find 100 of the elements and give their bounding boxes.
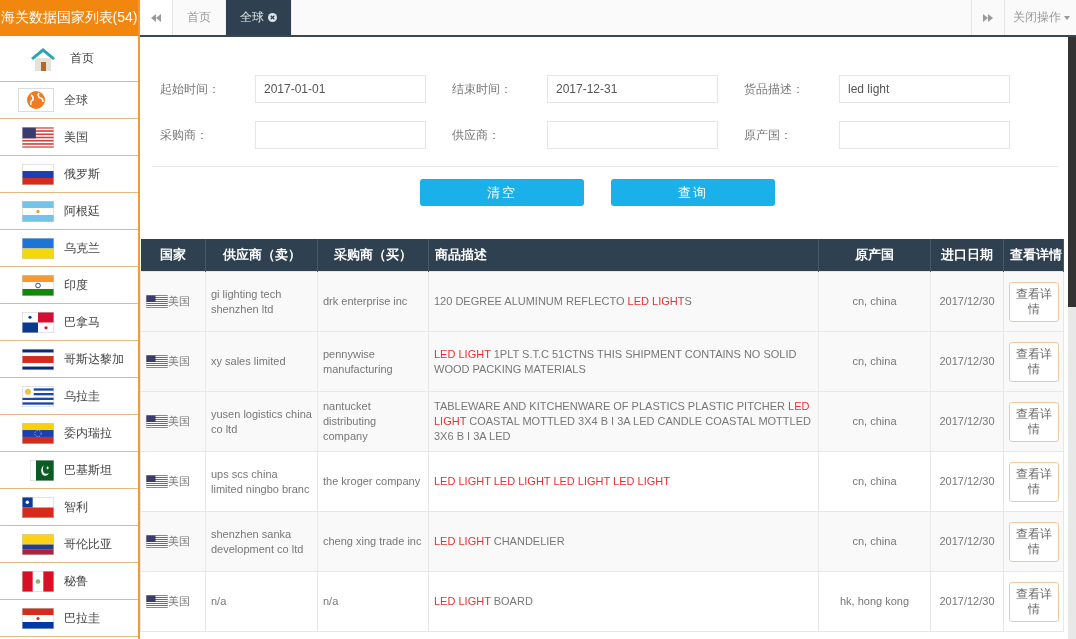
table-cell: LED LIGHT BOARD (428, 571, 819, 632)
input-field[interactable]: 2017-12-31 (547, 75, 718, 103)
table-cell: cn, china (818, 391, 931, 452)
flag-icon (22, 496, 54, 518)
flag-icon (22, 607, 54, 629)
view-details-button[interactable]: 查看详情 (1009, 341, 1059, 382)
table-cell: 2017/12/30 (930, 451, 1004, 512)
input-field[interactable] (547, 121, 718, 149)
sidebar-item[interactable]: 巴拉圭 (0, 600, 138, 637)
tab[interactable]: 全球 (226, 0, 292, 35)
view-details-button[interactable]: 查看详情 (1009, 521, 1059, 562)
table-cell: LED LIGHT CHANDELIER (428, 511, 819, 572)
table-cell: hk, hong kong (818, 571, 931, 632)
country-name: 美国 (168, 594, 190, 609)
item-label: 巴拉圭 (64, 609, 100, 627)
item-label: 阿根廷 (64, 202, 100, 220)
sidebar-item[interactable]: 巴基斯坦 (0, 452, 138, 489)
flag-icon (22, 311, 54, 333)
table-cell: the kroger company (317, 451, 429, 512)
table-cell: 120 DEGREE ALUMINUM REFLECTO LED LIGHTS (428, 271, 819, 332)
sidebar-item[interactable]: 美国 (0, 119, 138, 156)
view-details-button[interactable]: 查看详情 (1009, 581, 1059, 622)
input-field[interactable] (255, 121, 426, 149)
field-label: 结束时间： (452, 80, 513, 98)
table-cell: yusen logistics china co ltd (205, 391, 318, 452)
table-cell: cn, china (818, 511, 931, 572)
field-label: 供应商： (452, 126, 501, 144)
column-header: 进口日期 (930, 239, 1004, 272)
item-label: 美国 (64, 128, 88, 146)
item-label: 巴拿马 (64, 313, 100, 331)
table-cell: drk enterprise inc (317, 271, 429, 332)
fast-forward-icon[interactable] (983, 13, 993, 22)
flag-icon (146, 475, 168, 488)
flag-icon (22, 237, 54, 259)
item-label: 巴基斯坦 (64, 461, 112, 479)
flag-icon (22, 570, 54, 592)
sidebar-item[interactable]: 哥斯达黎加 (0, 341, 138, 378)
item-label: 哥斯达黎加 (64, 350, 124, 368)
globe-icon (18, 88, 54, 112)
item-label: 俄罗斯 (64, 165, 100, 183)
input-field[interactable]: led light (839, 75, 1010, 103)
table-cell: LED LIGHT 1PLT S.T.C 51CTNS THIS SHIPMENT CONTAINS NO SOLID WOOD PACKING MATERIALS (428, 331, 819, 392)
close-icon[interactable] (268, 13, 277, 22)
flag-icon (146, 295, 168, 308)
country-name: 美国 (168, 474, 190, 489)
input-field[interactable] (839, 121, 1010, 149)
table-cell: cn, china (818, 271, 931, 332)
table-cell: 2017/12/30 (930, 331, 1004, 392)
sidebar-item[interactable]: 智利 (0, 489, 138, 526)
column-header: 原产国 (818, 239, 931, 272)
flag-icon (146, 415, 168, 428)
flag-icon (146, 535, 168, 548)
flag-icon (22, 274, 54, 296)
sidebar-item[interactable]: 全球 (0, 82, 138, 119)
item-label: 乌克兰 (64, 239, 100, 257)
table-cell: n/a (317, 571, 429, 632)
flag-icon (22, 126, 54, 148)
field-label: 起始时间： (160, 80, 221, 98)
sidebar-title: 海关数据国家列表(54) (0, 0, 138, 36)
table-cell: TABLEWARE AND KITCHENWARE OF PLASTICS PLASTIC PITCHER LED LIGHT COASTAL MOTTLED 3X4 B I 3A LED CANDLE COASTAL MOTTLED 3X6 B I 3A LED (428, 391, 819, 452)
flag-icon (22, 422, 54, 444)
table-cell: nantucket distributing company (317, 391, 429, 452)
table-cell: pennywise manufacturing (317, 331, 429, 392)
sidebar-item[interactable]: 委内瑞拉 (0, 415, 138, 452)
sidebar-item[interactable]: 阿根廷 (0, 193, 138, 230)
sidebar-item[interactable]: 乌拉圭 (0, 378, 138, 415)
column-header: 商品描述 (428, 239, 819, 272)
flag-icon (22, 348, 54, 370)
sidebar-item[interactable]: 哥伦比亚 (0, 526, 138, 563)
country-name: 美国 (168, 534, 190, 549)
table-cell: n/a (205, 571, 318, 632)
table-cell: ups scs china limited ningbo branc (205, 451, 318, 512)
rewind-icon[interactable] (151, 13, 161, 22)
sidebar-item[interactable]: 俄罗斯 (0, 156, 138, 193)
table-cell: gi lighting tech shenzhen ltd (205, 271, 318, 332)
item-label: 全球 (64, 91, 88, 109)
sidebar-item[interactable]: 乌克兰 (0, 230, 138, 267)
table-cell: 2017/12/30 (930, 511, 1004, 572)
item-label: 秘鲁 (64, 572, 88, 590)
sidebar-item[interactable]: 巴拿马 (0, 304, 138, 341)
column-header: 采购商（买） (317, 239, 429, 272)
sidebar-item[interactable]: 首页 (0, 36, 138, 82)
table-cell: LED LIGHT LED LIGHT LED LIGHT LED LIGHT (428, 451, 819, 512)
column-header: 查看详情 (1003, 239, 1064, 272)
sidebar-item[interactable]: 秘鲁 (0, 563, 138, 600)
field-label: 原产国： (744, 126, 793, 144)
item-label: 智利 (64, 498, 88, 516)
input-field[interactable]: 2017-01-01 (255, 75, 426, 103)
table-cell: 2017/12/30 (930, 571, 1004, 632)
item-label: 乌拉圭 (64, 387, 100, 405)
view-details-button[interactable]: 查看详情 (1009, 281, 1059, 322)
table-cell: shenzhen sanka development co ltd (205, 511, 318, 572)
flag-icon (146, 595, 168, 608)
table-cell: xy sales limited (205, 331, 318, 392)
flag-icon (22, 385, 54, 407)
table-cell: cheng xing trade inc (317, 511, 429, 572)
sidebar-item[interactable]: 印度 (0, 267, 138, 304)
view-details-button[interactable]: 查看详情 (1009, 401, 1059, 442)
scrollbar-thumb[interactable] (1068, 37, 1076, 307)
view-details-button[interactable]: 查看详情 (1009, 461, 1059, 502)
